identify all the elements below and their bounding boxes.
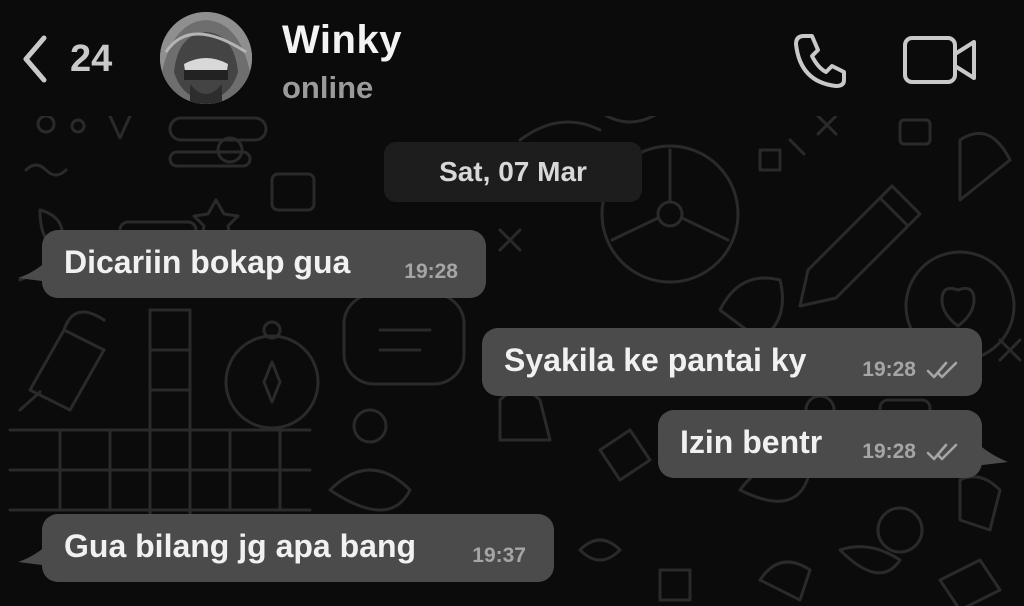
back-chevron-icon — [23, 35, 47, 83]
message-bubble-incoming[interactable]: Gua bilang jg apa bang 19:37 — [42, 514, 554, 582]
message-time: 19:28 — [404, 260, 458, 283]
phone-icon — [794, 34, 846, 88]
message-text: Izin bentr — [680, 424, 823, 460]
contact-name[interactable]: Winky — [282, 18, 402, 63]
contact-status: online — [282, 70, 374, 105]
message-text: Dicariin bokap gua — [64, 244, 351, 280]
message-text: Syakila ke pantai ky — [504, 342, 807, 378]
chat-header: 24 Winky online — [0, 0, 1024, 116]
voice-call-button[interactable] — [790, 30, 850, 90]
video-call-button[interactable] — [902, 34, 978, 86]
message-bubble-incoming[interactable]: Dicariin bokap gua 19:28 — [42, 230, 486, 298]
message-bubble-outgoing[interactable]: Syakila ke pantai ky 19:28 — [482, 328, 982, 396]
chat-screen: 24 Winky online Sat, 07 Mar Dicariin bok… — [0, 0, 1024, 606]
message-text: Gua bilang jg apa bang — [64, 528, 417, 564]
double-check-icon — [926, 361, 958, 379]
avatar-image — [160, 12, 252, 104]
message-meta: 19:37 — [472, 544, 526, 568]
contact-avatar[interactable] — [160, 12, 252, 104]
message-time: 19:28 — [862, 440, 916, 463]
unread-count: 24 — [70, 37, 113, 80]
message-meta: 19:28 — [404, 260, 458, 284]
message-meta: 19:28 — [862, 358, 960, 382]
date-separator: Sat, 07 Mar — [384, 142, 642, 202]
message-meta: 19:28 — [862, 440, 960, 464]
double-check-icon — [926, 443, 958, 461]
message-time: 19:37 — [472, 544, 526, 567]
video-camera-icon — [903, 36, 976, 84]
message-bubble-outgoing[interactable]: Izin bentr 19:28 — [658, 410, 982, 478]
back-button[interactable]: 24 — [20, 24, 112, 94]
message-time: 19:28 — [862, 358, 916, 381]
